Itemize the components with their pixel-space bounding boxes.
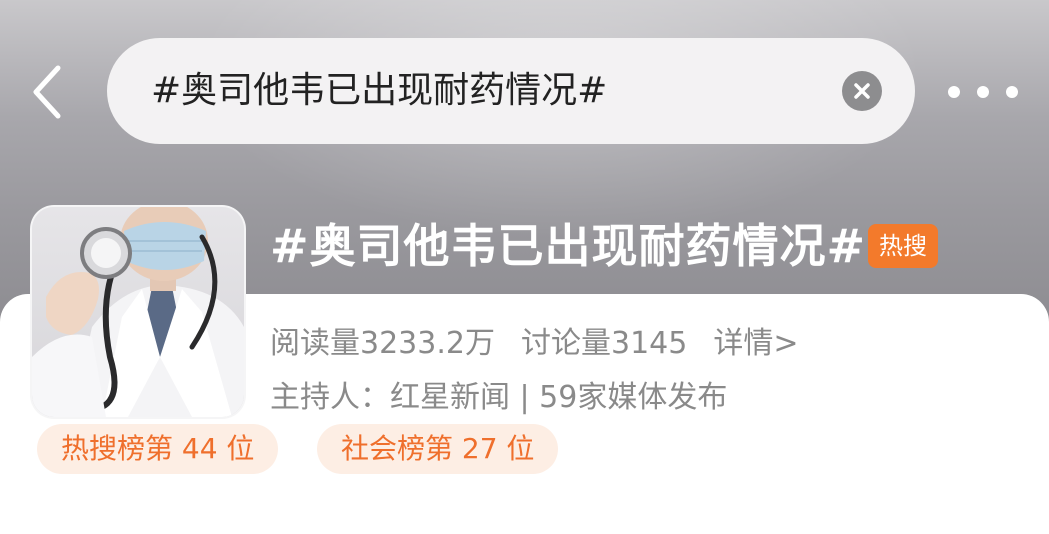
- topic-title: #奥司他韦已出现耐药情况#: [270, 219, 867, 273]
- clear-button[interactable]: [842, 71, 882, 111]
- more-icon: [948, 86, 960, 98]
- discussion-count: 讨论量3145: [520, 326, 688, 361]
- read-count: 阅读量3233.2万: [270, 326, 495, 361]
- search-input[interactable]: #奥司他韦已出现耐药情况#: [151, 38, 607, 144]
- search-box[interactable]: #奥司他韦已出现耐药情况#: [107, 38, 915, 144]
- more-icon: [977, 86, 989, 98]
- host-info: 主持人：红星新闻 | 59家媒体发布: [270, 380, 728, 415]
- back-button[interactable]: [22, 62, 72, 122]
- hot-search-rank-chip[interactable]: 热搜榜第 44 位: [37, 424, 279, 474]
- topic-cover-image[interactable]: [30, 205, 246, 419]
- clear-icon: [854, 83, 870, 99]
- chevron-left-icon: [33, 65, 61, 119]
- hot-badge: 热搜: [868, 224, 938, 268]
- more-button[interactable]: [948, 72, 1018, 112]
- doctor-stethoscope-image: [32, 207, 244, 417]
- more-icon: [1006, 86, 1018, 98]
- topic-stats: 阅读量3233.2万 讨论量3145 详情>: [270, 322, 824, 366]
- details-link[interactable]: 详情>: [713, 326, 798, 361]
- society-rank-chip[interactable]: 社会榜第 27 位: [317, 424, 559, 474]
